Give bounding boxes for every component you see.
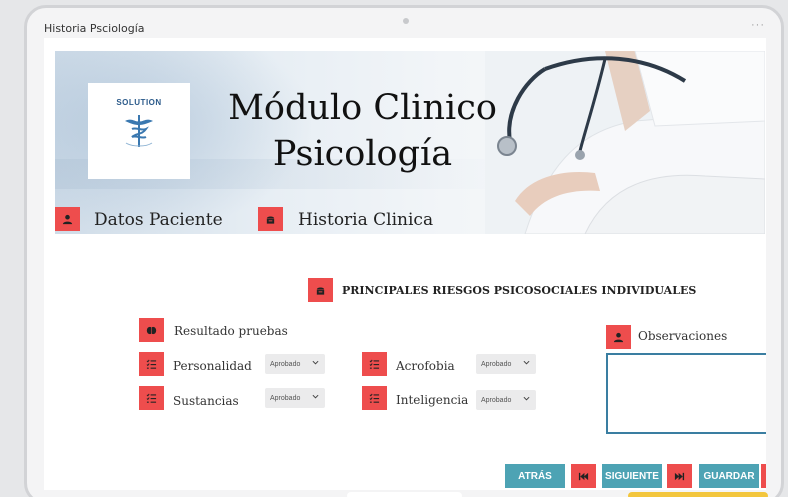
historia-clinica-label[interactable]: Historia Clinica <box>298 210 433 230</box>
module-title: Módulo Clinico Psicología <box>205 85 520 177</box>
app-title: Historia Psciología <box>44 22 145 35</box>
sustancias-select[interactable]: Aprobado <box>265 388 325 408</box>
list-icon <box>146 359 157 369</box>
chevron-down-icon <box>523 360 530 365</box>
last-page-button[interactable] <box>667 464 692 488</box>
chevron-down-icon <box>523 396 530 401</box>
module-title-line1: Módulo Clinico <box>228 88 497 128</box>
archive-icon <box>266 216 275 224</box>
datos-paciente-button[interactable] <box>55 207 80 231</box>
observaciones-label: Observaciones <box>638 329 728 343</box>
inteligencia-value: Aprobado <box>481 396 512 404</box>
guardar-button[interactable]: GUARDAR <box>699 464 759 488</box>
datos-paciente-label[interactable]: Datos Paciente <box>94 210 223 230</box>
personalidad-label: Personalidad <box>173 359 252 373</box>
observaciones-icon <box>606 325 631 349</box>
historia-clinica-button[interactable] <box>258 207 283 231</box>
tablet-frame: Historia Psciología ··· SOLUTION Módulo … <box>24 5 784 497</box>
section-icon-button <box>308 278 333 302</box>
list-icon <box>369 393 380 403</box>
personalidad-icon <box>139 352 164 376</box>
app-screen: SOLUTION Módulo Clinico Psicología Datos… <box>44 38 766 490</box>
acrofobia-label: Acrofobia <box>396 359 455 373</box>
atras-button[interactable]: ATRÁS <box>505 464 565 488</box>
user-icon <box>613 332 624 342</box>
sustancias-icon <box>139 386 164 410</box>
personalidad-value: Aprobado <box>270 360 301 368</box>
section-title: PRINCIPALES RIESGOS PSICOSOCIALES INDIVI… <box>342 284 697 297</box>
archive-icon <box>316 287 325 295</box>
sustancias-value: Aprobado <box>270 394 301 402</box>
module-title-line2: Psicología <box>272 134 453 174</box>
list-icon <box>369 359 380 369</box>
brain-icon <box>146 326 157 334</box>
caduceus-icon <box>125 115 153 147</box>
skip-back-icon <box>578 472 589 480</box>
user-icon <box>62 214 73 224</box>
yellow-tab <box>628 492 768 497</box>
inteligencia-label: Inteligencia <box>396 393 469 407</box>
inteligencia-icon <box>362 386 387 410</box>
header-banner: SOLUTION Módulo Clinico Psicología <box>55 51 765 234</box>
resultado-pruebas-icon-button <box>139 318 164 342</box>
sustancias-label: Sustancias <box>173 394 239 408</box>
camera-dot <box>403 18 409 24</box>
resultado-pruebas-label: Resultado pruebas <box>174 324 288 338</box>
download-button[interactable] <box>761 464 766 488</box>
acrofobia-icon <box>362 352 387 376</box>
chevron-down-icon <box>312 394 319 399</box>
list-icon <box>146 393 157 403</box>
more-options-icon[interactable]: ··· <box>751 19 765 31</box>
acrofobia-value: Aprobado <box>481 360 512 368</box>
company-logo: SOLUTION <box>88 83 190 179</box>
skip-forward-icon <box>674 472 685 480</box>
logo-text: SOLUTION <box>116 98 162 107</box>
observaciones-textarea[interactable] <box>606 353 766 434</box>
home-indicator <box>347 492 462 497</box>
doctor-image <box>485 51 765 234</box>
first-page-button[interactable] <box>571 464 596 488</box>
inteligencia-select[interactable]: Aprobado <box>476 390 536 410</box>
siguiente-button[interactable]: SIGUIENTE <box>602 464 662 488</box>
personalidad-select[interactable]: Aprobado <box>265 354 325 374</box>
acrofobia-select[interactable]: Aprobado <box>476 354 536 374</box>
chevron-down-icon <box>312 360 319 365</box>
